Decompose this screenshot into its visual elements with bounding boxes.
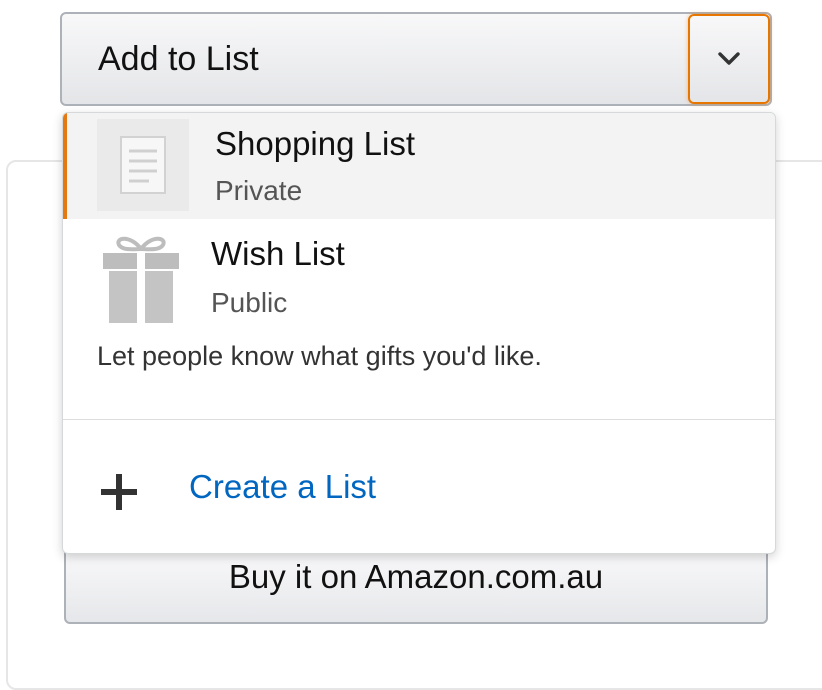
shopping-list-visibility: Private bbox=[215, 175, 303, 206]
list-option-wish-list[interactable]: Wish List Public Let people know what gi… bbox=[63, 219, 775, 421]
plus-icon bbox=[101, 474, 137, 510]
list-dropdown-menu: Shopping List Private Wish List Public L… bbox=[62, 112, 776, 554]
create-list-label: Create a List bbox=[189, 468, 377, 505]
wish-list-visibility: Public bbox=[211, 287, 288, 318]
add-to-list-split-button: Add to List bbox=[60, 12, 772, 106]
chevron-down-icon bbox=[718, 52, 740, 65]
wish-list-description: Let people know what gifts you'd like. bbox=[97, 341, 542, 371]
buy-button-label: Buy it on Amazon.com.au bbox=[228, 558, 604, 595]
shopping-list-title: Shopping List bbox=[215, 125, 415, 162]
create-list-link[interactable]: Create a List bbox=[63, 420, 775, 553]
add-to-list-label: Add to List bbox=[98, 39, 259, 78]
gift-icon bbox=[103, 236, 179, 323]
list-icon bbox=[97, 119, 189, 211]
wish-list-title: Wish List bbox=[211, 235, 345, 272]
add-to-list-dropdown-toggle[interactable] bbox=[688, 14, 770, 104]
add-to-list-button[interactable]: Add to List bbox=[62, 14, 688, 104]
list-option-shopping-list[interactable]: Shopping List Private bbox=[63, 113, 775, 219]
